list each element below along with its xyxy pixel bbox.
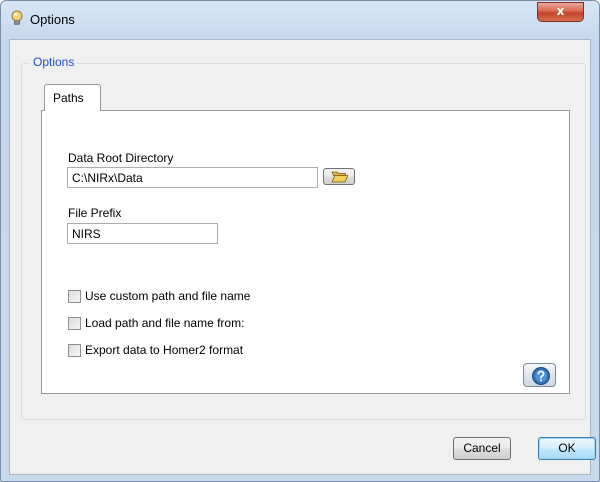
file-prefix-label: File Prefix <box>68 206 122 220</box>
export-homer2-checkbox[interactable] <box>68 344 81 357</box>
help-button[interactable] <box>523 363 556 387</box>
group-label: Options <box>30 55 78 69</box>
lightbulb-icon <box>9 10 25 26</box>
close-icon: x <box>556 4 565 18</box>
tab-paths-label: Paths <box>53 91 84 105</box>
browse-button[interactable] <box>323 168 355 185</box>
tab-paths[interactable]: Paths <box>44 84 101 111</box>
file-prefix-input[interactable] <box>67 223 218 244</box>
data-root-label: Data Root Directory <box>68 151 174 165</box>
ok-button[interactable]: OK <box>538 437 596 460</box>
cancel-button[interactable]: Cancel <box>453 437 511 460</box>
close-button[interactable]: x <box>537 2 584 22</box>
load-path-checkbox[interactable] <box>68 317 81 330</box>
data-root-input[interactable] <box>67 167 318 188</box>
export-homer2-label[interactable]: Export data to Homer2 format <box>85 343 243 357</box>
load-path-label[interactable]: Load path and file name from: <box>85 316 244 330</box>
use-custom-path-label[interactable]: Use custom path and file name <box>85 289 250 303</box>
title-bar[interactable]: Options x <box>1 1 599 39</box>
use-custom-path-checkbox[interactable] <box>68 290 81 303</box>
window-title: Options <box>30 12 75 27</box>
